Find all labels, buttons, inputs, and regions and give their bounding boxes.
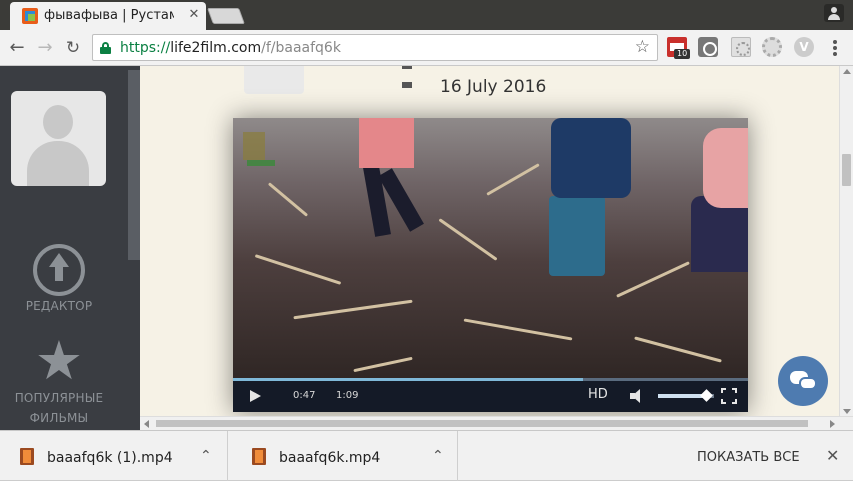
main-content: 16 July 2016 0:47 1:09 HD xyxy=(140,66,839,416)
chat-icon[interactable] xyxy=(778,356,828,406)
site-favicon-icon xyxy=(22,8,38,24)
author-avatar[interactable] xyxy=(244,66,304,94)
sidebar: РЕДАКТОР ★ ПОПУЛЯРНЫЕ ФИЛЬМЫ xyxy=(0,66,128,430)
lock-icon xyxy=(100,42,111,54)
profile-icon[interactable] xyxy=(824,4,844,22)
fullscreen-icon[interactable] xyxy=(721,388,737,404)
download-bar: baaafq6k (1).mp4 ⌃ baaafq6k.mp4 ⌃ ПОКАЗА… xyxy=(0,430,853,481)
chevron-up-icon[interactable]: ⌃ xyxy=(200,448,212,464)
address-bar[interactable]: https://life2film.com/f/baaafq6k ☆ xyxy=(92,34,658,61)
star-icon: ★ xyxy=(34,329,84,392)
sidebar-item-popular[interactable]: ★ ПОПУЛЯРНЫЕ ФИЛЬМЫ xyxy=(0,334,118,428)
post-date: 16 July 2016 xyxy=(440,77,547,97)
url-text[interactable]: https://life2film.com/f/baaafq6k xyxy=(120,40,341,56)
video-controls: 0:47 1:09 HD xyxy=(233,378,748,412)
new-tab-button[interactable] xyxy=(207,8,245,24)
sidebar-item-label: РЕДАКТОР xyxy=(25,299,93,313)
close-icon[interactable]: ✕ xyxy=(826,446,839,465)
extension-icon[interactable] xyxy=(762,37,782,57)
download-item[interactable]: baaafq6k (1).mp4 ⌃ xyxy=(0,431,228,481)
download-filename: baaafq6k.mp4 xyxy=(279,450,381,466)
video-player[interactable]: 0:47 1:09 HD xyxy=(233,118,748,412)
current-time: 0:47 xyxy=(293,390,316,401)
video-file-icon xyxy=(252,448,266,465)
browser-toolbar: ← → ↻ https://life2film.com/f/baaafq6k ☆… xyxy=(0,30,853,66)
volume-icon[interactable] xyxy=(630,389,647,403)
sidebar-item-editor[interactable]: РЕДАКТОР xyxy=(0,244,118,316)
download-filename: baaafq6k (1).mp4 xyxy=(47,450,173,466)
chevron-up-icon[interactable]: ⌃ xyxy=(432,448,444,464)
video-frame[interactable] xyxy=(233,118,748,380)
tab-strip: фывафыва | Рустам ✕ xyxy=(0,0,853,30)
bookmark-star-icon[interactable]: ☆ xyxy=(635,37,650,57)
extension-badge: 10 xyxy=(674,49,691,59)
sidebar-scrollbar[interactable] xyxy=(128,66,140,430)
quality-button[interactable]: HD xyxy=(588,387,608,402)
play-icon[interactable] xyxy=(250,390,261,402)
vertical-scrollbar[interactable] xyxy=(839,66,853,416)
upload-icon xyxy=(33,244,85,296)
extension-icon[interactable] xyxy=(698,37,718,57)
sidebar-item-label: ПОПУЛЯРНЫЕ ФИЛЬМЫ xyxy=(14,391,104,425)
show-all-downloads-button[interactable]: ПОКАЗАТЬ ВСЕ xyxy=(697,450,800,465)
extension-icon[interactable] xyxy=(731,37,751,57)
avatar[interactable] xyxy=(11,91,106,186)
calendar-extension-icon[interactable]: 10 xyxy=(667,37,691,59)
video-watermark-logo xyxy=(243,132,265,160)
vivaldi-extension-icon[interactable] xyxy=(794,37,814,57)
browser-menu-icon[interactable] xyxy=(826,38,844,58)
browser-tab[interactable]: фывафыва | Рустам ✕ xyxy=(10,2,206,30)
duration: 1:09 xyxy=(336,390,359,401)
download-item[interactable]: baaafq6k.mp4 ⌃ xyxy=(232,431,458,481)
tab-title: фывафыва | Рустам xyxy=(44,8,174,23)
reload-button[interactable]: ↻ xyxy=(61,36,85,60)
post-title-fragment xyxy=(402,66,502,88)
back-button[interactable]: ← xyxy=(5,36,29,60)
video-file-icon xyxy=(20,448,34,465)
video-progress-bar[interactable] xyxy=(233,378,748,381)
volume-slider[interactable] xyxy=(658,389,714,402)
horizontal-scrollbar[interactable] xyxy=(140,416,853,430)
tab-close-icon[interactable]: ✕ xyxy=(186,7,202,23)
forward-button[interactable]: → xyxy=(33,36,57,60)
